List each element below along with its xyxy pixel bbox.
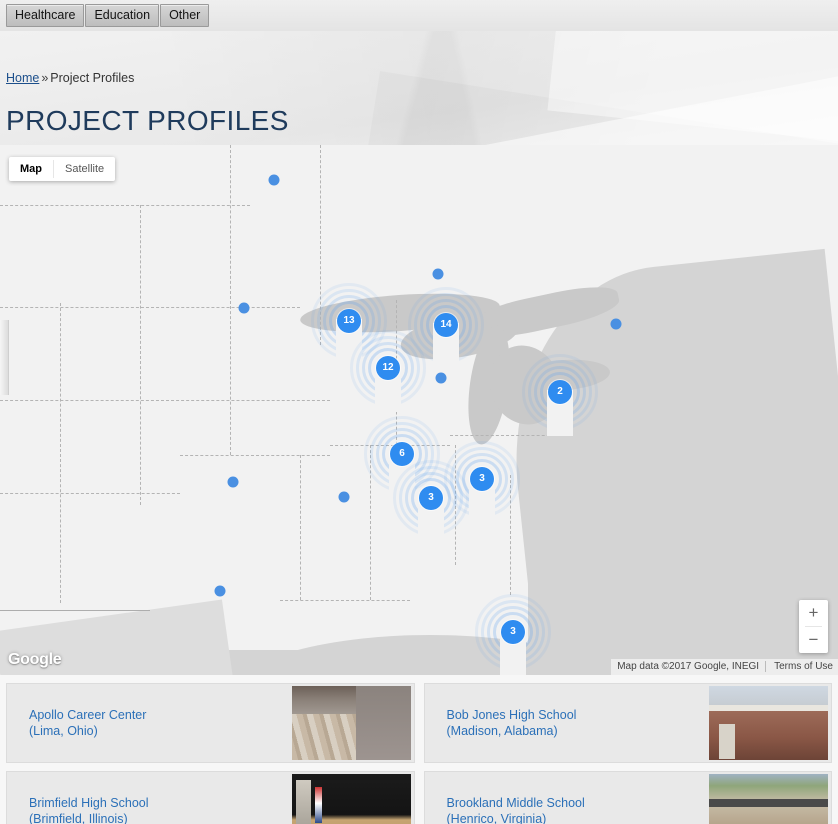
map-pin[interactable] bbox=[238, 302, 250, 314]
map-attribution-text: Map data ©2017 Google, INEGI bbox=[617, 661, 760, 672]
project-card-grid: Apollo Career Center (Lima, Ohio) Bob Jo… bbox=[0, 675, 838, 824]
nav-button-education[interactable]: Education bbox=[85, 4, 160, 27]
project-card-location: (Madison, Alabama) bbox=[446, 724, 558, 738]
map-state-border bbox=[60, 303, 61, 603]
project-card-title: Bob Jones High School bbox=[446, 708, 577, 722]
map-state-border bbox=[0, 307, 300, 308]
project-card-title: Brookland Middle School bbox=[446, 796, 585, 810]
project-card-text: Brimfield High School (Brimfield, Illino… bbox=[7, 795, 292, 824]
project-card[interactable]: Brookland Middle School (Henrico, Virgin… bbox=[423, 771, 832, 824]
nav-button-healthcare[interactable]: Healthcare bbox=[6, 4, 85, 27]
map-coast-line bbox=[0, 610, 150, 611]
map-state-border bbox=[140, 205, 141, 505]
project-card-thumbnail bbox=[709, 774, 828, 824]
cluster-count-badge[interactable]: 14 bbox=[434, 313, 458, 337]
project-card[interactable]: Brimfield High School (Brimfield, Illino… bbox=[6, 771, 415, 824]
map-pin[interactable] bbox=[338, 491, 350, 503]
map-zoom-control[interactable]: + − bbox=[799, 600, 828, 653]
cluster-count-badge[interactable]: 6 bbox=[390, 442, 414, 466]
project-card-thumbnail bbox=[291, 686, 411, 760]
cluster-count-badge[interactable]: 3 bbox=[419, 486, 443, 510]
project-card-location: (Henrico, Virginia) bbox=[446, 812, 547, 824]
map-cluster-marker[interactable]: 13 bbox=[311, 283, 387, 365]
map-cluster-marker[interactable]: 3 bbox=[475, 594, 551, 675]
project-card-thumbnail bbox=[709, 686, 828, 760]
page-title: PROJECT PROFILES bbox=[6, 105, 289, 136]
project-card-thumbnail bbox=[291, 774, 411, 824]
map-type-button-map[interactable]: Map bbox=[9, 157, 53, 181]
map-cluster-marker[interactable]: 14 bbox=[408, 287, 484, 369]
cluster-count-badge[interactable]: 2 bbox=[548, 380, 572, 404]
map-water-atlantic-lower bbox=[528, 445, 838, 675]
cluster-count-badge[interactable]: 13 bbox=[337, 309, 361, 333]
map-state-border bbox=[180, 455, 330, 456]
map-attribution: Map data ©2017 Google, INEGI Terms of Use bbox=[611, 659, 838, 675]
google-logo: Google bbox=[8, 651, 62, 668]
top-button-bar: Healthcare Education Other bbox=[0, 0, 838, 31]
project-card-location: (Brimfield, Illinois) bbox=[29, 812, 128, 824]
breadcrumb-current: Project Profiles bbox=[50, 71, 135, 85]
project-card-location: (Lima, Ohio) bbox=[29, 724, 98, 738]
map-type-button-satellite[interactable]: Satellite bbox=[54, 157, 115, 181]
project-card-title: Brimfield High School bbox=[29, 796, 149, 810]
map-state-border bbox=[280, 600, 410, 601]
map-cluster-marker[interactable]: 3 bbox=[393, 460, 469, 542]
map-pin[interactable] bbox=[227, 476, 239, 488]
project-card-text: Apollo Career Center (Lima, Ohio) bbox=[7, 707, 292, 739]
map-state-border bbox=[230, 145, 231, 455]
map-state-border bbox=[300, 455, 301, 600]
breadcrumb: Home» Project Profiles bbox=[6, 71, 134, 85]
cluster-count-badge[interactable]: 12 bbox=[376, 356, 400, 380]
map-pin[interactable] bbox=[610, 318, 622, 330]
map-cluster-marker[interactable]: 12 bbox=[350, 330, 426, 412]
map-water-gulf-lower bbox=[180, 650, 660, 675]
map-state-border bbox=[0, 493, 180, 494]
breadcrumb-link-home[interactable]: Home bbox=[6, 71, 39, 85]
map-pin[interactable] bbox=[435, 372, 447, 384]
breadcrumb-separator: » bbox=[41, 71, 49, 85]
map-state-border bbox=[450, 435, 560, 436]
map-pin[interactable] bbox=[268, 174, 280, 186]
zoom-in-button[interactable]: + bbox=[799, 600, 828, 626]
map-cluster-marker[interactable]: 6 bbox=[364, 416, 440, 498]
cluster-count-badge[interactable]: 3 bbox=[470, 467, 494, 491]
cluster-count-badge[interactable]: 3 bbox=[501, 620, 525, 644]
map-pin[interactable] bbox=[432, 268, 444, 280]
project-card-text: Bob Jones High School (Madison, Alabama) bbox=[425, 707, 710, 739]
map-left-scroll-nub[interactable] bbox=[0, 320, 9, 395]
map-cluster-marker[interactable]: 2 bbox=[522, 354, 598, 436]
map-pin[interactable] bbox=[214, 585, 226, 597]
map-state-border bbox=[0, 400, 330, 401]
project-card-title: Apollo Career Center bbox=[29, 708, 147, 722]
project-card[interactable]: Bob Jones High School (Madison, Alabama) bbox=[423, 683, 832, 763]
map-state-border bbox=[0, 205, 250, 206]
terms-of-use-link[interactable]: Terms of Use bbox=[765, 661, 833, 672]
nav-button-other[interactable]: Other bbox=[160, 4, 210, 27]
project-card[interactable]: Apollo Career Center (Lima, Ohio) bbox=[6, 683, 415, 763]
map-type-control[interactable]: Map Satellite bbox=[9, 157, 116, 181]
project-card-text: Brookland Middle School (Henrico, Virgin… bbox=[425, 795, 710, 824]
zoom-out-button[interactable]: − bbox=[799, 627, 828, 653]
project-map[interactable]: Map Satellite + − Google Map data ©2017 … bbox=[0, 145, 838, 675]
map-cluster-marker[interactable]: 3 bbox=[444, 441, 520, 523]
top-button-bar-inner: Healthcare Education Other bbox=[0, 0, 838, 27]
